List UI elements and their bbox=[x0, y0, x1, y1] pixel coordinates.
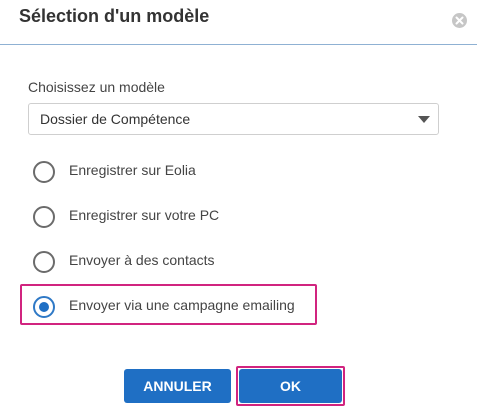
radio-button[interactable] bbox=[33, 161, 55, 183]
radio-label: Envoyer via une campagne emailing bbox=[69, 297, 295, 313]
dialog-header: Sélection d'un modèle bbox=[0, 0, 477, 45]
radio-label: Enregistrer sur Eolia bbox=[69, 162, 196, 178]
radio-button[interactable] bbox=[33, 206, 55, 228]
cancel-button[interactable]: ANNULER bbox=[124, 369, 231, 403]
template-selection-dialog: Sélection d'un modèle Choisissez un modè… bbox=[0, 0, 477, 417]
model-select-value: Dossier de Compétence bbox=[40, 111, 191, 127]
radio-label: Envoyer à des contacts bbox=[69, 252, 215, 268]
radio-label: Enregistrer sur votre PC bbox=[69, 207, 220, 223]
close-icon[interactable] bbox=[452, 13, 467, 28]
radio-button[interactable] bbox=[33, 251, 55, 273]
radio-button-checked[interactable] bbox=[33, 296, 55, 318]
dialog-title: Sélection d'un modèle bbox=[19, 6, 210, 26]
radio-dot bbox=[39, 302, 49, 312]
model-select[interactable]: Dossier de Compétence bbox=[28, 103, 439, 135]
ok-button[interactable]: OK bbox=[239, 369, 342, 403]
caret-down-icon bbox=[418, 116, 430, 123]
model-select-label: Choisissez un modèle bbox=[28, 79, 165, 95]
